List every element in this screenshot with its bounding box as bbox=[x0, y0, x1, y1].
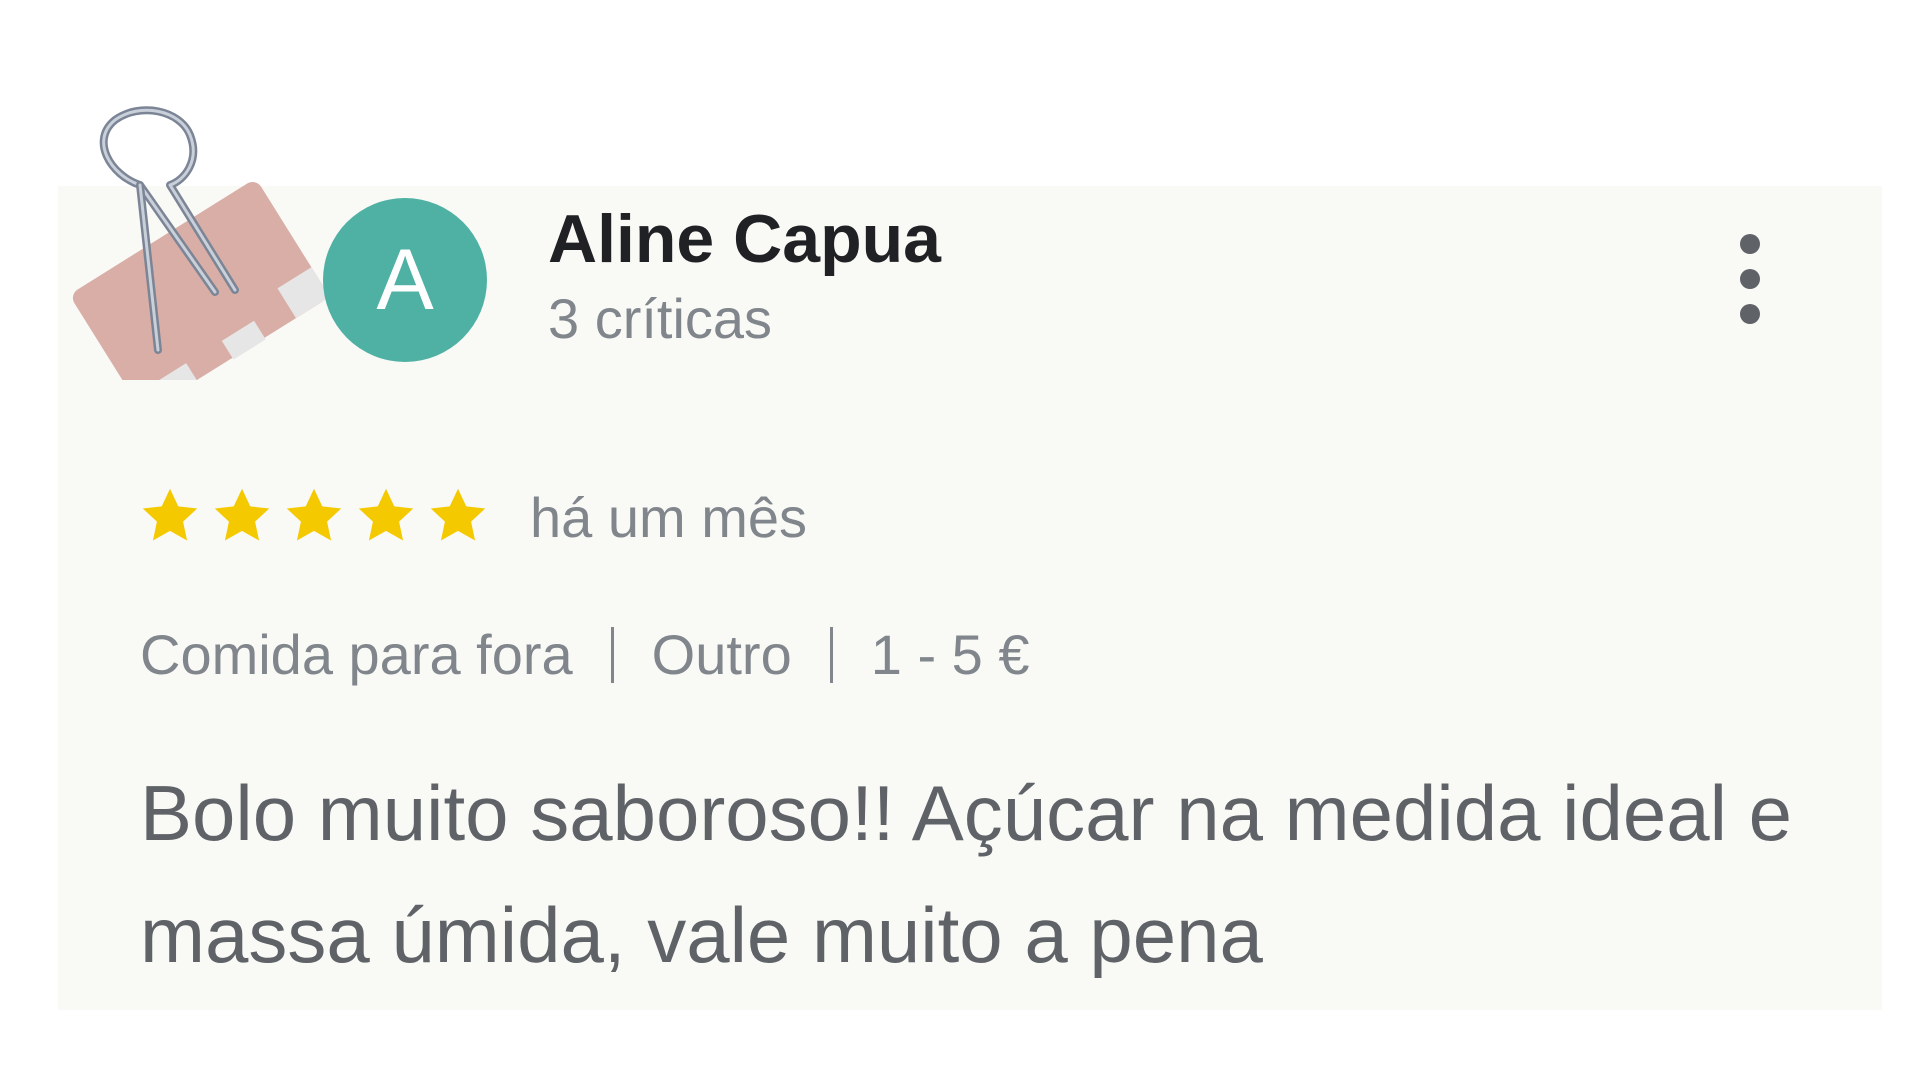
more-dot bbox=[1740, 234, 1760, 254]
star-icon bbox=[210, 484, 274, 554]
review-text: Bolo muito saboroso!! Açúcar na medida i… bbox=[140, 769, 1792, 979]
meta-service-type: Comida para fora bbox=[140, 623, 573, 686]
more-dot bbox=[1740, 304, 1760, 324]
star-icon bbox=[354, 484, 418, 554]
reviewer-review-count: 3 críticas bbox=[548, 287, 773, 350]
reviewer-name[interactable]: Aline Capua bbox=[548, 200, 941, 278]
review-meta: Comida para fora Outro 1 - 5 € bbox=[140, 622, 1030, 687]
more-dot bbox=[1740, 269, 1760, 289]
avatar[interactable]: A bbox=[323, 198, 487, 362]
meta-price-range: 1 - 5 € bbox=[870, 623, 1030, 686]
binder-clip-icon bbox=[72, 106, 330, 380]
star-icon bbox=[426, 484, 490, 554]
meta-separator bbox=[610, 626, 614, 683]
meta-meal-type: Outro bbox=[651, 623, 792, 686]
star-icon bbox=[138, 484, 202, 554]
star-rating bbox=[138, 484, 490, 554]
more-vert-icon[interactable] bbox=[1730, 234, 1770, 324]
meta-separator bbox=[829, 626, 833, 683]
avatar-initial: A bbox=[376, 232, 434, 328]
review-time: há um mês bbox=[530, 486, 807, 549]
star-icon bbox=[282, 484, 346, 554]
